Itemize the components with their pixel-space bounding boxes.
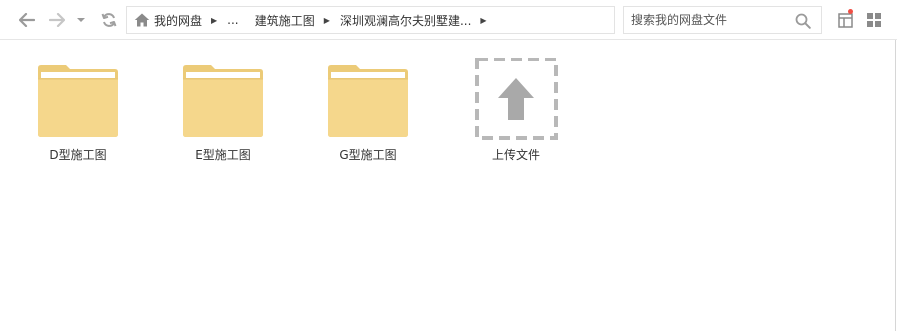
arrow-right-icon <box>49 13 65 27</box>
breadcrumb-home[interactable]: 我的网盘 <box>134 7 202 33</box>
search-icon[interactable] <box>795 13 811 29</box>
refresh-button[interactable] <box>98 10 120 30</box>
search-input[interactable] <box>624 7 789 33</box>
chevron-right-icon: ▶ <box>211 15 218 25</box>
back-button[interactable] <box>16 10 38 30</box>
grid-view-icon <box>867 13 881 27</box>
notification-dot <box>848 9 853 14</box>
breadcrumb: 我的网盘 ▶ ... ▶ 建筑施工图 ▶ 深圳观澜高尔夫别墅建... ▶ <box>126 6 615 34</box>
folder-icon <box>328 65 408 137</box>
chevron-right-icon: ▶ <box>323 15 330 25</box>
refresh-icon <box>101 13 117 27</box>
search-box <box>623 6 822 34</box>
upload-arrow-icon <box>475 58 558 140</box>
breadcrumb-label: 我的网盘 <box>154 13 203 28</box>
breadcrumb-item-current[interactable]: 深圳观澜高尔夫别墅建... <box>340 7 471 33</box>
history-dropdown-button[interactable] <box>74 10 88 30</box>
upload-label: 上传文件 <box>491 148 540 162</box>
scrollbar-edge <box>895 40 896 331</box>
arrow-left-icon <box>19 13 35 27</box>
breadcrumb-label: ... <box>227 13 239 27</box>
breadcrumb-ellipsis[interactable]: ... <box>227 7 238 33</box>
breadcrumb-label: 建筑施工图 <box>254 13 315 28</box>
file-label: E型施工图 <box>195 148 251 162</box>
breadcrumb-item-architecture[interactable]: 建筑施工图 <box>255 7 315 33</box>
upload-file-button[interactable]: 上传文件 <box>466 58 566 168</box>
file-item-folder[interactable]: G型施工图 <box>318 58 418 168</box>
breadcrumb-label: 深圳观澜高尔夫别墅建... <box>339 13 472 28</box>
file-item-folder[interactable]: D型施工图 <box>28 58 128 168</box>
file-item-folder[interactable]: E型施工图 <box>173 58 273 168</box>
file-label: G型施工图 <box>339 148 397 162</box>
home-icon <box>134 13 150 27</box>
folder-icon <box>38 65 118 137</box>
file-label: D型施工图 <box>49 148 107 162</box>
layout-toggle-button[interactable] <box>838 9 854 29</box>
toolbar: 我的网盘 ▶ ... ▶ 建筑施工图 ▶ 深圳观澜高尔夫别墅建... ▶ <box>0 0 897 40</box>
folder-icon <box>183 65 263 137</box>
caret-down-icon <box>77 18 85 22</box>
grid-view-button[interactable] <box>866 12 882 28</box>
forward-button[interactable] <box>46 10 68 30</box>
chevron-right-icon[interactable]: ▶ <box>480 16 486 25</box>
